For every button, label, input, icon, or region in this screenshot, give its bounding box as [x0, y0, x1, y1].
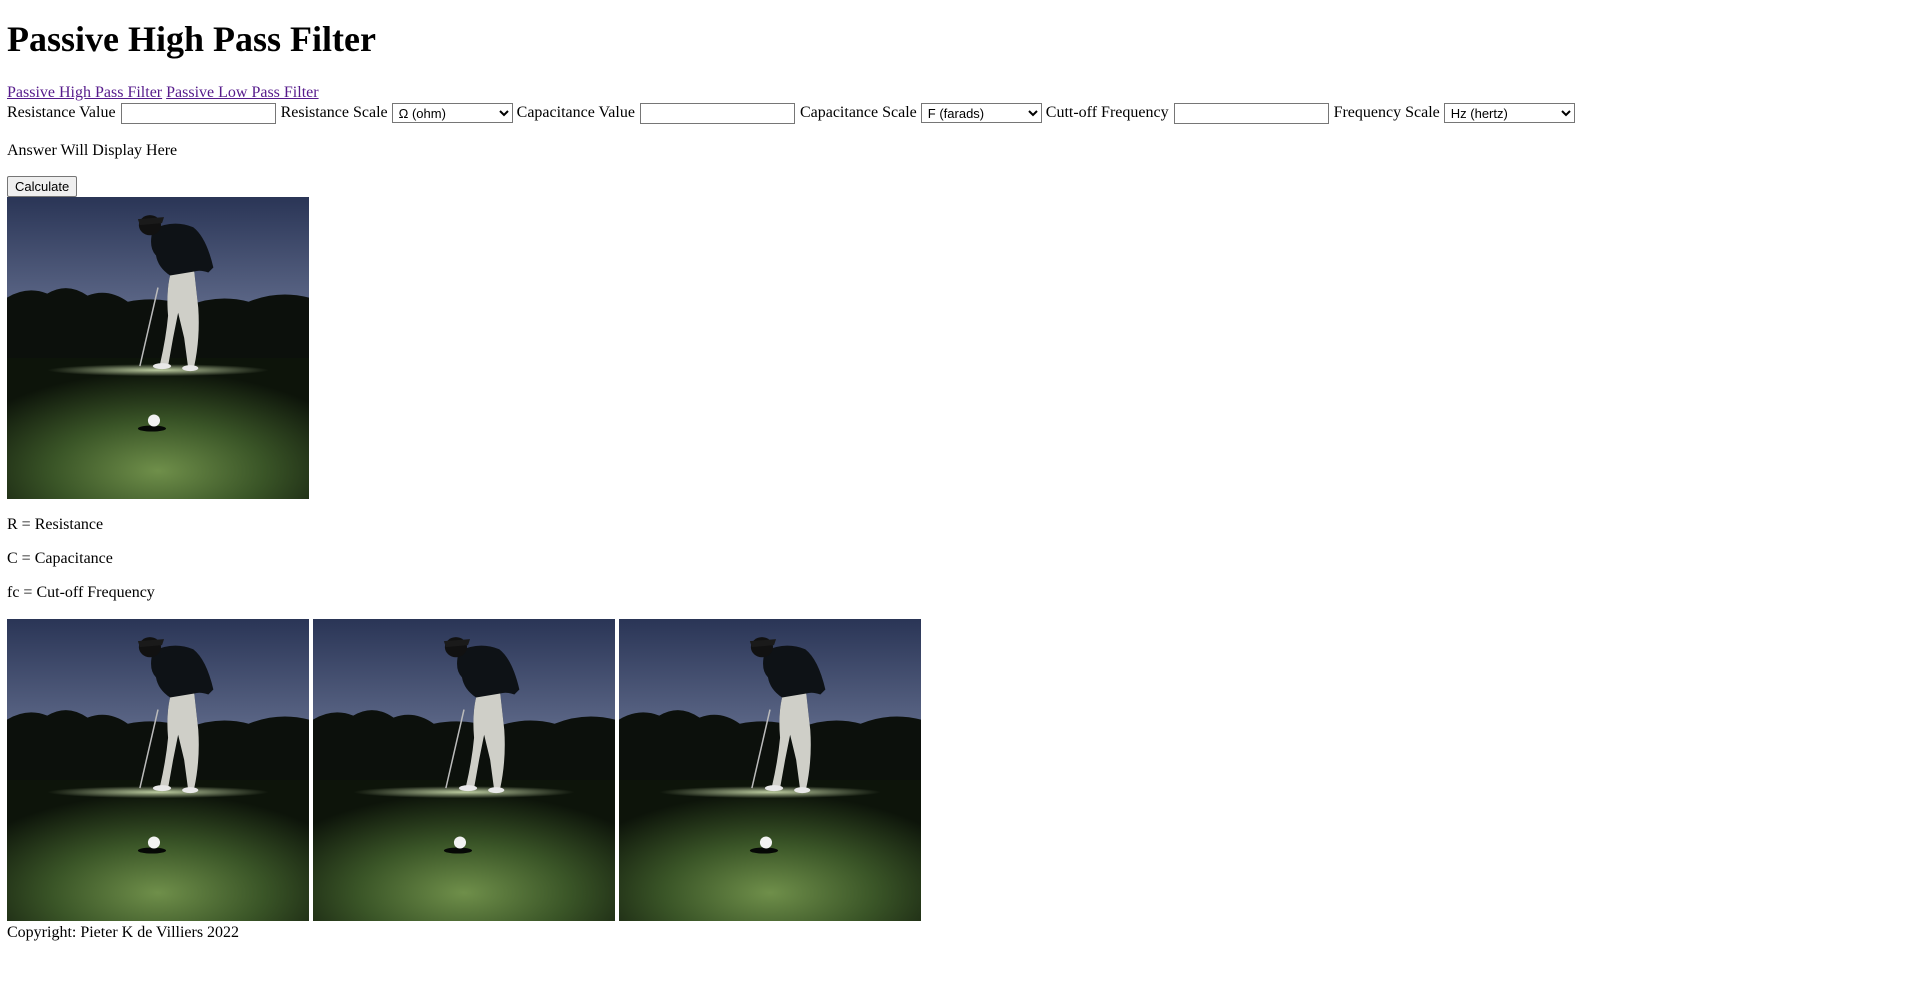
frequency-scale-label: Frequency Scale — [1333, 104, 1440, 121]
gallery-image — [619, 619, 921, 921]
frequency-scale-select[interactable]: Hz (hertz) — [1443, 103, 1575, 124]
nav-link-low-pass[interactable]: Passive Low Pass Filter — [166, 84, 318, 101]
capacitance-scale-label: Capacitance Scale — [799, 104, 917, 121]
golfer-image — [7, 197, 309, 499]
legend-capacitance: C = Capacitance — [7, 550, 113, 567]
resistance-scale-label: Resistance Scale — [280, 104, 388, 121]
cutoff-frequency-label: Cutt-off Frequency — [1045, 104, 1169, 121]
answer-display: Answer Will Display Here — [7, 142, 178, 159]
image-gallery — [7, 619, 1909, 921]
copyright-text: Copyright: Pieter K de Villiers 2022 — [7, 924, 240, 941]
capacitance-value-input[interactable] — [639, 102, 795, 124]
gallery-image — [313, 619, 615, 921]
legend-cutoff-frequency: fc = Cut-off Frequency — [7, 584, 155, 601]
nav-links: Passive High Pass Filter Passive Low Pas… — [7, 83, 1909, 102]
capacitance-scale-select[interactable]: F (farads) — [920, 103, 1042, 124]
gallery-image — [7, 619, 309, 921]
calculate-button[interactable]: Calculate — [7, 176, 78, 197]
resistance-scale-select[interactable]: Ω (ohm) — [391, 103, 513, 124]
capacitance-value-label: Capacitance Value — [516, 104, 635, 121]
nav-link-high-pass[interactable]: Passive High Pass Filter — [7, 84, 162, 101]
cutoff-frequency-input[interactable] — [1173, 102, 1329, 124]
page-container: Passive High Pass Filter Passive High Pa… — [0, 17, 1916, 943]
filter-form: Resistance Value Resistance Scale Ω (ohm… — [7, 102, 1909, 124]
resistance-value-label: Resistance Value — [7, 104, 116, 121]
resistance-value-input[interactable] — [120, 102, 276, 124]
legend-resistance: R = Resistance — [7, 516, 104, 533]
legend: R = Resistance C = Capacitance fc = Cut-… — [7, 517, 1909, 601]
page-title: Passive High Pass Filter — [7, 19, 376, 59]
